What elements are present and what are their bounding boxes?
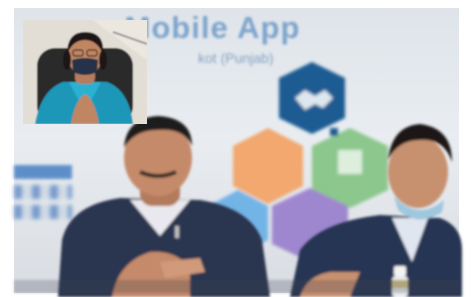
video-frame: n Mobile App kot (Punjab) [0,0,471,297]
inset-speaker [23,20,147,124]
presenter-left [58,116,270,297]
presenter-right [290,124,462,297]
video-call-inset [23,20,147,124]
